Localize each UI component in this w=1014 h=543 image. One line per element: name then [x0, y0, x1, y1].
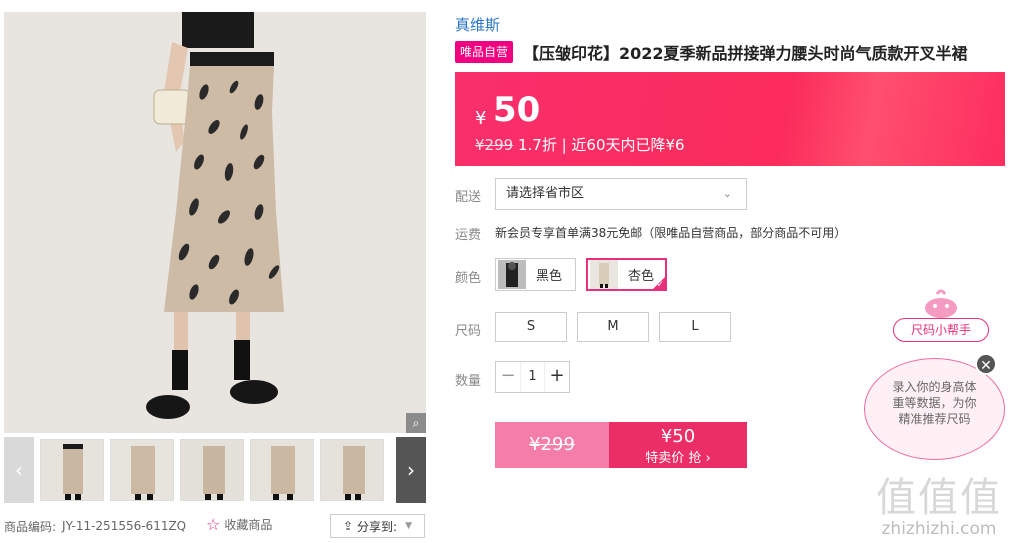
thumbnail-photo	[251, 440, 313, 500]
color-label: 颜色	[455, 271, 482, 286]
decrement-button[interactable]: −	[496, 362, 520, 392]
star-icon: ☆	[206, 515, 221, 534]
product-photo	[4, 12, 426, 433]
buy-sale-label: 特卖价 抢 ›	[645, 451, 711, 466]
chevron-left-icon[interactable]: ‹	[4, 437, 34, 503]
thumbnail[interactable]	[250, 439, 314, 501]
shipping-info: 新会员专享首单满38元免邮（限唯品自营商品，部分商品不可用）	[495, 226, 847, 240]
close-icon[interactable]: ✕	[975, 353, 997, 375]
color-swatch	[590, 260, 618, 289]
color-option-apricot[interactable]: 杏色 ✓	[586, 258, 667, 291]
thumbnail[interactable]	[180, 439, 244, 501]
product-code-value: JY-11-251556-611ZQ	[62, 519, 187, 533]
product-main-image[interactable]: ⌕	[4, 12, 426, 433]
price-currency: ¥	[475, 108, 487, 129]
quantity-input[interactable]: 1	[520, 362, 545, 392]
helper-line-2: 重等数据，为你	[892, 396, 977, 410]
chevron-right-icon[interactable]: ›	[396, 437, 426, 503]
favorite-button[interactable]: ☆ 收藏商品	[206, 515, 272, 534]
size-helper-tag[interactable]: 尺码小帮手	[893, 318, 989, 342]
title-row: 唯品自营 【压皱印花】2022夏季新品拼接弹力腰头时尚气质款开叉半裙	[455, 40, 1010, 64]
helper-line-1: 录入你的身高体	[892, 380, 977, 394]
thumbnail-strip: ‹ ›	[4, 437, 426, 503]
region-select[interactable]: 请选择省市区 ⌄	[495, 178, 747, 210]
watermark-logo: 值值值	[876, 475, 1002, 521]
price-amount: 50	[493, 90, 541, 130]
thumbnail-photo	[41, 440, 103, 500]
color-swatch	[498, 260, 526, 289]
share-label: 分享到:	[357, 519, 398, 534]
product-code-label: 商品编码:	[4, 519, 57, 534]
color-option-black[interactable]: 黑色	[495, 258, 576, 291]
site-watermark: 值值值 zhizhizhi.com	[866, 465, 1012, 539]
self-operated-badge: 唯品自营	[455, 41, 514, 63]
discount-rate: 1.7折	[517, 136, 557, 154]
watermark-url: zhizhizhi.com	[881, 519, 997, 539]
quantity-stepper: − 1 +	[495, 361, 570, 393]
buy-original-price: ¥299	[495, 422, 609, 468]
helper-line-3: 精准推荐尺码	[898, 412, 971, 426]
product-code: 商品编码: JY-11-251556-611ZQ	[4, 515, 186, 537]
region-select-value: 请选择省市区	[506, 186, 585, 201]
favorite-label: 收藏商品	[224, 518, 273, 532]
size-option-l[interactable]: L	[659, 312, 731, 342]
buy-sale-price: ¥50	[660, 426, 696, 447]
delivery-label: 配送	[455, 190, 482, 205]
price-banner: ¥ 50 ¥299 1.7折 | 近60天内已降¥6	[455, 72, 1005, 166]
thumbnail[interactable]	[110, 439, 174, 501]
mascot-icon	[925, 289, 957, 318]
thumbnail-photo	[181, 440, 243, 500]
chevron-down-icon: ⌄	[722, 187, 732, 200]
caret-down-icon: ▼	[405, 521, 413, 531]
price-sub: ¥299 1.7折 | 近60天内已降¥6	[475, 134, 685, 155]
share-button[interactable]: ⇪ 分享到: ▼	[330, 514, 425, 538]
swatch-photo	[498, 260, 526, 289]
original-price: ¥299	[475, 136, 514, 154]
color-option-label: 黑色	[536, 269, 563, 284]
magnifier-icon[interactable]: ⌕	[406, 413, 426, 433]
price-history: | 近60天内已降¥6	[561, 136, 685, 154]
size-option-s[interactable]: S	[495, 312, 567, 342]
thumbnail[interactable]	[320, 439, 384, 501]
size-option-m[interactable]: M	[577, 312, 649, 342]
buy-original-price-text: ¥299	[529, 434, 575, 455]
thumbnail-photo	[111, 440, 173, 500]
thumbnail-photo	[321, 440, 383, 500]
brand-link[interactable]: 真维斯	[455, 14, 500, 35]
share-icon: ⇪	[342, 519, 354, 533]
buy-sale[interactable]: ¥50 特卖价 抢 ›	[609, 422, 747, 468]
shipping-label: 运费	[455, 228, 482, 243]
size-label: 尺码	[455, 324, 482, 339]
check-icon: ✓	[656, 280, 664, 290]
product-title: 【压皱印花】2022夏季新品拼接弹力腰头时尚气质款开叉半裙	[523, 44, 968, 63]
buy-button[interactable]: ¥299 ¥50 特卖价 抢 ›	[495, 422, 747, 468]
quantity-label: 数量	[455, 374, 482, 389]
increment-button[interactable]: +	[545, 362, 569, 392]
thumbnail[interactable]	[40, 439, 104, 501]
swatch-photo	[590, 260, 618, 289]
